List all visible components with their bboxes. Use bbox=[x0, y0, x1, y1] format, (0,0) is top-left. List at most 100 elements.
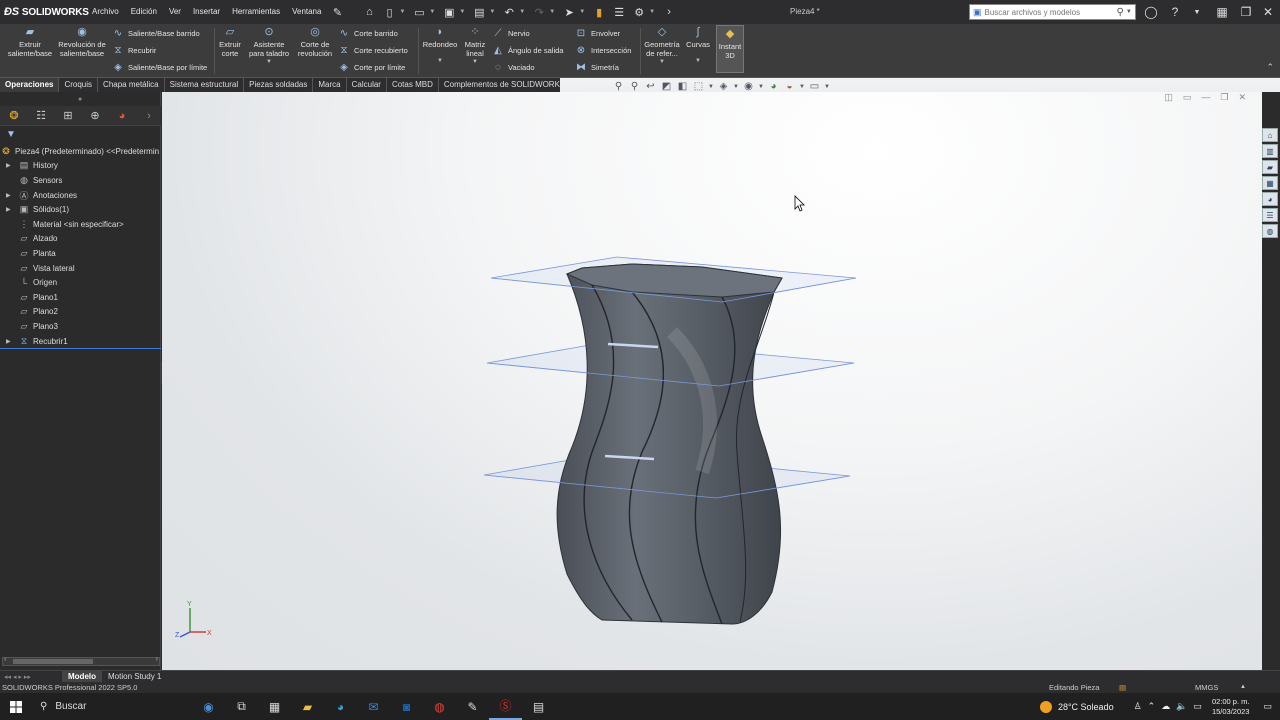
redo-caret-icon[interactable]: ▼ bbox=[549, 9, 555, 15]
boundary-cut-button[interactable]: ◈ Corte por límite bbox=[338, 59, 405, 75]
vase-body[interactable] bbox=[556, 263, 783, 625]
microsoft-store-icon[interactable]: ▦ bbox=[258, 693, 291, 720]
tab-modelo[interactable]: Modelo bbox=[62, 670, 102, 683]
zoom-to-area-icon[interactable]: ⚲ bbox=[628, 80, 641, 93]
task-view-icon[interactable]: ⧉ bbox=[225, 693, 258, 720]
curves-button[interactable]: ∫ Curvas ▼ bbox=[685, 26, 711, 66]
intersect-button[interactable]: ⊗ Intersección bbox=[575, 42, 632, 58]
sweep-boss-button[interactable]: ∿ Saliente/Base barrido bbox=[112, 25, 200, 41]
draft-button[interactable]: ◭ Ángulo de salida bbox=[492, 42, 563, 58]
view-orientation-icon[interactable]: ⬚ bbox=[692, 80, 705, 93]
search-caret-icon[interactable]: ▼ bbox=[1126, 9, 1132, 15]
select-pointer-icon[interactable]: ➤ bbox=[561, 4, 577, 20]
revolve-boss-button[interactable]: ◉ Revolución de saliente/base bbox=[58, 26, 106, 58]
cortana-icon[interactable]: ◉ bbox=[192, 693, 225, 720]
linear-pattern-button[interactable]: ⁘ Matriz lineal ▼ bbox=[462, 26, 488, 67]
menu-ventana[interactable]: Ventana bbox=[286, 0, 327, 24]
expand-arrow-icon[interactable]: ▶ bbox=[6, 338, 14, 345]
scrollbar-thumb[interactable] bbox=[13, 659, 93, 664]
system-clock[interactable]: 02:00 p. m. 15/03/2023 bbox=[1212, 697, 1250, 717]
search-box[interactable]: ▣ ⚲ ▼ bbox=[969, 4, 1136, 20]
forum-icon[interactable]: ◍ bbox=[1262, 224, 1278, 238]
new-document-icon[interactable]: ▯ bbox=[381, 4, 397, 20]
tab-croquis[interactable]: Croquis bbox=[59, 78, 99, 92]
file-explorer-icon[interactable]: ▰ bbox=[1262, 160, 1278, 174]
tree-item-plano1[interactable]: ▱ Plano1 bbox=[0, 290, 161, 305]
network-icon[interactable]: ▭ bbox=[1193, 701, 1202, 712]
tabs-more-icon[interactable]: › bbox=[141, 108, 157, 124]
design-library-icon[interactable]: ▥ bbox=[1262, 144, 1278, 158]
rebuild-icon[interactable]: ▮ bbox=[591, 4, 607, 20]
curves-caret-icon[interactable]: ▼ bbox=[695, 57, 701, 66]
tree-item-plano2[interactable]: ▱ Plano2 bbox=[0, 305, 161, 320]
viewport-restore-icon[interactable]: ❐ bbox=[1220, 92, 1228, 103]
property-manager-tab-icon[interactable]: ☷ bbox=[33, 108, 49, 124]
display-manager-tab-icon[interactable]: ◕ bbox=[114, 108, 130, 124]
tree-item-sensors[interactable]: ◍ Sensors bbox=[0, 173, 161, 188]
swept-cut-button[interactable]: ∿ Corte barrido bbox=[338, 25, 398, 41]
graphics-viewport[interactable]: Y X Z ◫ ▭ — ❐ ✕ bbox=[162, 92, 1262, 670]
window-tile-icon[interactable]: ▦ bbox=[1210, 0, 1234, 24]
save-caret-icon[interactable]: ▼ bbox=[459, 9, 465, 15]
tree-root[interactable]: ❂ Pieza4 (Predeterminado) <<Predetermin bbox=[0, 144, 161, 159]
extrude-boss-button[interactable]: ▰ Extruir saliente/base bbox=[6, 26, 54, 58]
notifications-icon[interactable]: ▭ bbox=[1263, 701, 1272, 712]
outlook-icon[interactable]: ◙ bbox=[390, 693, 423, 720]
tree-item-history[interactable]: ▶ ▤ History bbox=[0, 159, 161, 174]
open-caret-icon[interactable]: ▼ bbox=[429, 9, 435, 15]
viewport-tile-icon[interactable]: ▭ bbox=[1183, 92, 1192, 103]
view-settings-caret-icon[interactable]: ▼ bbox=[824, 80, 830, 93]
taskbar-search[interactable]: ⚲ Buscar bbox=[32, 693, 192, 720]
search-icon[interactable]: ⚲ bbox=[1117, 7, 1124, 18]
redo-icon[interactable]: ↷ bbox=[531, 4, 547, 20]
tab-cotas-mbd[interactable]: Cotas MBD bbox=[387, 78, 439, 92]
pen-app-icon[interactable]: ✎ bbox=[456, 693, 489, 720]
extrude-cut-button[interactable]: ▱ Extruir corte bbox=[216, 26, 244, 58]
expand-arrow-icon[interactable]: ▶ bbox=[6, 206, 14, 213]
menu-herramientas[interactable]: Herramientas bbox=[226, 0, 286, 24]
loft-boss-button[interactable]: ⧖ Recubrir bbox=[112, 42, 156, 58]
undo-icon[interactable]: ↶ bbox=[501, 4, 517, 20]
expand-arrow-icon[interactable]: ▶ bbox=[6, 192, 14, 199]
user-account-icon[interactable]: ◯ bbox=[1139, 0, 1163, 24]
help-icon[interactable]: ? bbox=[1163, 0, 1187, 24]
rollback-bar[interactable] bbox=[0, 348, 161, 349]
viewport-close-icon[interactable]: ✕ bbox=[1238, 92, 1246, 103]
help-caret-icon[interactable]: ▼ bbox=[1185, 0, 1209, 24]
tree-item-plano3[interactable]: ▱ Plano3 bbox=[0, 319, 161, 334]
filter-icon[interactable]: ▼ bbox=[6, 129, 16, 140]
tree-item-planta[interactable]: ▱ Planta bbox=[0, 246, 161, 261]
viewport-minimize-icon[interactable]: — bbox=[1201, 92, 1210, 103]
cloud-icon[interactable]: ☁ bbox=[1161, 701, 1170, 712]
revolve-cut-button[interactable]: ◎ Corte de revolución bbox=[294, 26, 336, 58]
file-properties-icon[interactable]: ☰ bbox=[611, 4, 627, 20]
expand-arrow-icon[interactable]: ▶ bbox=[6, 162, 14, 169]
tab-operaciones[interactable]: Operaciones bbox=[0, 78, 60, 92]
pin-icon[interactable]: ✎ bbox=[329, 4, 345, 20]
status-units[interactable]: MMGS bbox=[1195, 682, 1218, 693]
dynamic-annotation-icon[interactable]: ◧ bbox=[676, 80, 689, 93]
zoom-to-fit-icon[interactable]: ⚲ bbox=[612, 80, 625, 93]
fillet-caret-icon[interactable]: ▼ bbox=[437, 57, 443, 66]
hide-show-items-icon[interactable]: ◉ bbox=[742, 80, 755, 93]
previous-view-icon[interactable]: ↩ bbox=[644, 80, 657, 93]
weather-label[interactable]: 28°C Soleado bbox=[1058, 702, 1114, 712]
calculator-icon[interactable]: ▤ bbox=[522, 693, 555, 720]
model-canvas[interactable]: Y X Z bbox=[162, 92, 1262, 670]
shell-button[interactable]: ◌ Vaciado bbox=[492, 59, 535, 75]
units-caret-icon[interactable]: ▲ bbox=[1240, 682, 1246, 693]
tab-navigation-arrows-icon[interactable]: ◂◂ ◂ ▸ ▸▸ bbox=[0, 673, 62, 681]
panel-drag-dot-icon[interactable]: ● bbox=[78, 96, 82, 103]
tab-calcular[interactable]: Calcular bbox=[347, 78, 387, 92]
home-icon[interactable]: ⌂ bbox=[361, 4, 377, 20]
edge-browser-icon[interactable]: ◕ bbox=[324, 693, 357, 720]
tab-marca[interactable]: Marca bbox=[313, 78, 347, 92]
mirror-button[interactable]: ⧓ Simetría bbox=[575, 59, 619, 75]
tree-item-solidos[interactable]: ▶ ▣ Sólidos(1) bbox=[0, 202, 161, 217]
toolbar-more-icon[interactable]: › bbox=[661, 4, 677, 20]
hole-wizard-button[interactable]: ⊙ Asistente para taladro ▼ bbox=[247, 26, 291, 67]
tab-complementos[interactable]: Complementos de SOLIDWORKS bbox=[439, 78, 572, 92]
feature-tree-tab-icon[interactable]: ❂ bbox=[6, 108, 22, 124]
scroll-right-icon[interactable]: › bbox=[156, 656, 158, 663]
restore-window-icon[interactable]: ❐ bbox=[1234, 0, 1258, 24]
